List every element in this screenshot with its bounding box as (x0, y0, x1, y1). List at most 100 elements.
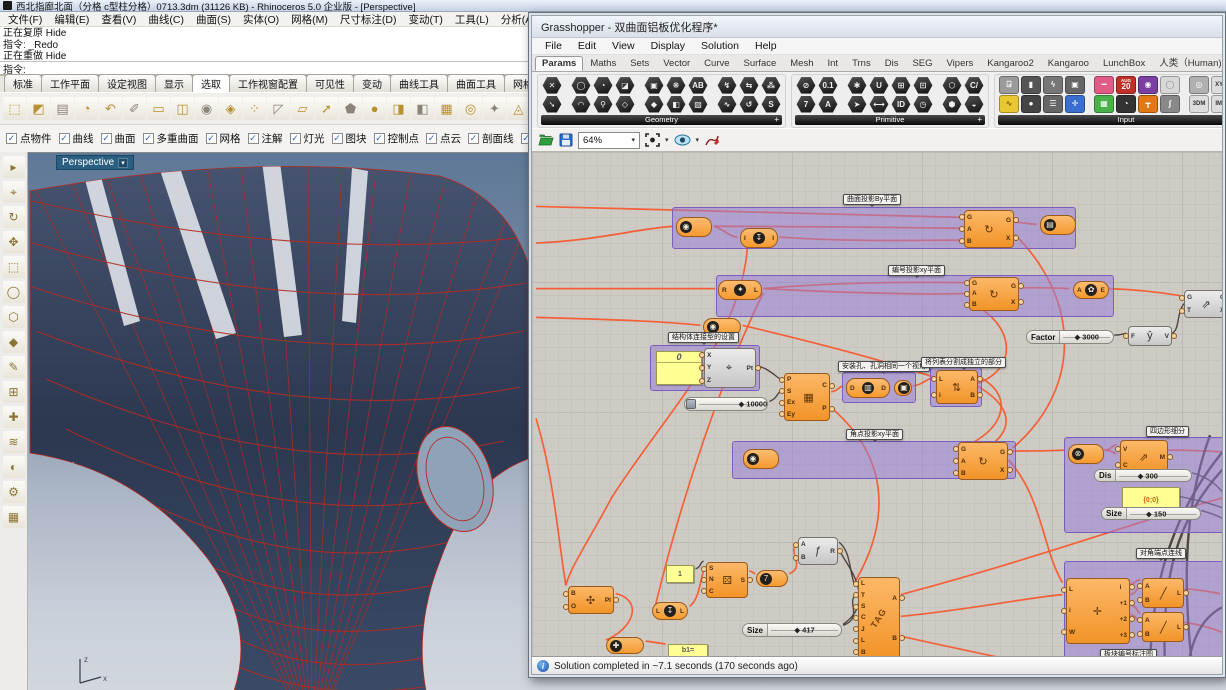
port-T[interactable]: T (1187, 307, 1192, 314)
palette-hex-icon[interactable]: ◠ (571, 95, 591, 113)
slider-track[interactable]: ◆ 150 (1127, 508, 1200, 519)
port-R[interactable]: R (830, 548, 835, 555)
port-B[interactable]: B (1145, 597, 1150, 604)
port-L[interactable]: L (1069, 586, 1075, 593)
sidebar-icon-12[interactable]: ◐ (3, 456, 25, 478)
port-B[interactable]: B (571, 590, 576, 597)
port-S[interactable]: S (861, 603, 866, 610)
gh-node-orient[interactable]: GAB↻GX (958, 442, 1008, 480)
port-G[interactable]: G (1187, 294, 1192, 301)
port-F[interactable]: F (1131, 333, 1135, 340)
gh-panel[interactable]: b1= (668, 644, 708, 657)
wire[interactable] (1009, 450, 1065, 451)
rhino-tool-icon-4[interactable]: ↶ (99, 97, 122, 120)
palette-hex-icon[interactable]: ▣ (644, 76, 664, 94)
gh-node-integer-param[interactable]: 7 (756, 570, 788, 587)
palette-chip-icon[interactable]: IMG (1211, 95, 1222, 113)
rhino-tool-icon-11[interactable]: ◸ (267, 97, 290, 120)
rhino-tool-icon-9[interactable]: ◈ (219, 97, 242, 120)
gh-menu-display[interactable]: Display (643, 40, 693, 52)
rhino-tool-icon-7[interactable]: ◫ (171, 97, 194, 120)
port-E[interactable]: E (1101, 287, 1105, 294)
palette-chip-icon[interactable]: ▣ (1065, 76, 1085, 94)
port-D[interactable]: D (881, 385, 886, 392)
port-C[interactable]: C (861, 614, 866, 621)
filter-多重曲面[interactable]: ✓多重曲面 (143, 131, 199, 146)
port-L[interactable]: L (656, 608, 660, 615)
port-L[interactable]: L (939, 376, 943, 383)
port-G[interactable]: G (961, 446, 966, 453)
port-B[interactable]: B (972, 301, 977, 308)
port-A[interactable]: A (801, 541, 806, 548)
filter-注解[interactable]: ✓注解 (248, 131, 283, 146)
slider-track[interactable]: ◆ 300 (1116, 470, 1191, 481)
zoom-level-select[interactable]: 64% ▾ (578, 132, 640, 149)
canvas-label-7[interactable]: 对角端点连线 (1136, 548, 1186, 559)
gh-node-move[interactable]: GT⇗GX (1184, 290, 1222, 318)
palette-hex-icon[interactable]: S (761, 95, 781, 113)
port-B[interactable]: B (1145, 631, 1150, 638)
canvas-label-6[interactable]: 四边形细分 (1146, 426, 1189, 437)
port-B[interactable]: B (970, 392, 975, 399)
checkbox-剖面线[interactable]: ✓ (468, 133, 479, 144)
port-L[interactable]: L (1177, 624, 1181, 631)
port-G[interactable]: G (1000, 449, 1005, 456)
gh-node-rectangular-grid[interactable]: PSExEy▦CP (784, 373, 830, 421)
sketch-pen-icon[interactable] (704, 134, 720, 147)
checkbox-注解[interactable]: ✓ (248, 133, 259, 144)
palette-hex-icon[interactable]: ⚲ (593, 95, 613, 113)
gh-slider-size[interactable]: Size◆ 417 (742, 623, 842, 637)
rhino-tool-icon-3[interactable]: ◔ (75, 97, 98, 120)
rhino-tab-8[interactable]: 曲线工具 (390, 74, 448, 92)
gh-tab-3[interactable]: Vector (656, 56, 697, 71)
port-V[interactable]: V (1165, 333, 1169, 340)
slider-track[interactable]: ◆ 3000 (1060, 331, 1113, 343)
port-B[interactable]: B (961, 470, 966, 477)
gh-number-slider[interactable]: ◆ 10000 (684, 397, 768, 411)
wire[interactable] (843, 596, 855, 626)
gh-node-flatten-tree[interactable]: L↧L (652, 602, 688, 620)
rhino-tool-icon-8[interactable]: ◉ (195, 97, 218, 120)
port-B[interactable]: B (892, 635, 897, 642)
rhino-menu-item-1[interactable]: 编辑(E) (48, 12, 95, 27)
rhino-tab-5[interactable]: 工作视窗配置 (229, 74, 307, 92)
palette-chip-icon[interactable]: ◉ (1138, 76, 1158, 94)
palette-chip-icon[interactable]: ▦ (1094, 95, 1114, 113)
palette-hex-icon[interactable]: C/ (964, 76, 984, 94)
port-+1[interactable]: +1 (1120, 600, 1127, 607)
filter-网格[interactable]: ✓网格 (206, 131, 241, 146)
palette-hex-icon[interactable]: ➘ (542, 95, 562, 113)
gh-tab-1[interactable]: Maths (583, 56, 623, 71)
rhino-tab-1[interactable]: 工作平面 (41, 74, 99, 92)
wire[interactable] (901, 595, 1063, 617)
rhino-tool-icon-15[interactable]: ● (363, 97, 386, 120)
port-A[interactable]: A (1145, 617, 1150, 624)
canvas-label-5[interactable]: 角点投影xy平面 (846, 429, 903, 440)
checkbox-曲线[interactable]: ✓ (59, 133, 70, 144)
palette-chip-icon[interactable]: ϟ (1043, 76, 1063, 94)
sidebar-icon-9[interactable]: ⊞ (3, 381, 25, 403)
palette-chip-icon[interactable]: ⍈ (999, 76, 1019, 94)
wire[interactable] (536, 226, 674, 243)
rhino-menu-item-6[interactable]: 网格(M) (285, 12, 334, 27)
palette-hex-icon[interactable]: ◧ (666, 95, 686, 113)
gh-tab-12[interactable]: Kangaroo2 (980, 56, 1040, 71)
port-C[interactable]: C (709, 588, 714, 595)
port-Y[interactable]: Y (707, 364, 711, 371)
sidebar-icon-13[interactable]: ⚙ (3, 481, 25, 503)
gh-panel[interactable]: 0 (656, 351, 702, 385)
palette-chip-icon[interactable]: ◎ (1189, 76, 1209, 94)
filter-点云[interactable]: ✓点云 (426, 131, 461, 146)
gh-tab-5[interactable]: Surface (737, 56, 784, 71)
viewport-tab[interactable]: Perspective ▾ (56, 155, 134, 170)
gh-node-data-param[interactable]: D▥D (846, 378, 890, 398)
slider-track[interactable]: ◆ 10000 (696, 398, 767, 410)
gh-node-line[interactable]: AB╱L (1142, 612, 1184, 642)
sidebar-icon-14[interactable]: ▦ (3, 506, 25, 528)
gh-menu-edit[interactable]: Edit (570, 40, 604, 52)
port-i[interactable]: i (1120, 584, 1127, 591)
filter-曲线[interactable]: ✓曲线 (59, 131, 94, 146)
rhino-menu-item-8[interactable]: 变动(T) (403, 12, 449, 27)
zoom-extents-caret-icon[interactable]: ▾ (665, 136, 669, 144)
checkbox-灯光[interactable]: ✓ (290, 133, 301, 144)
